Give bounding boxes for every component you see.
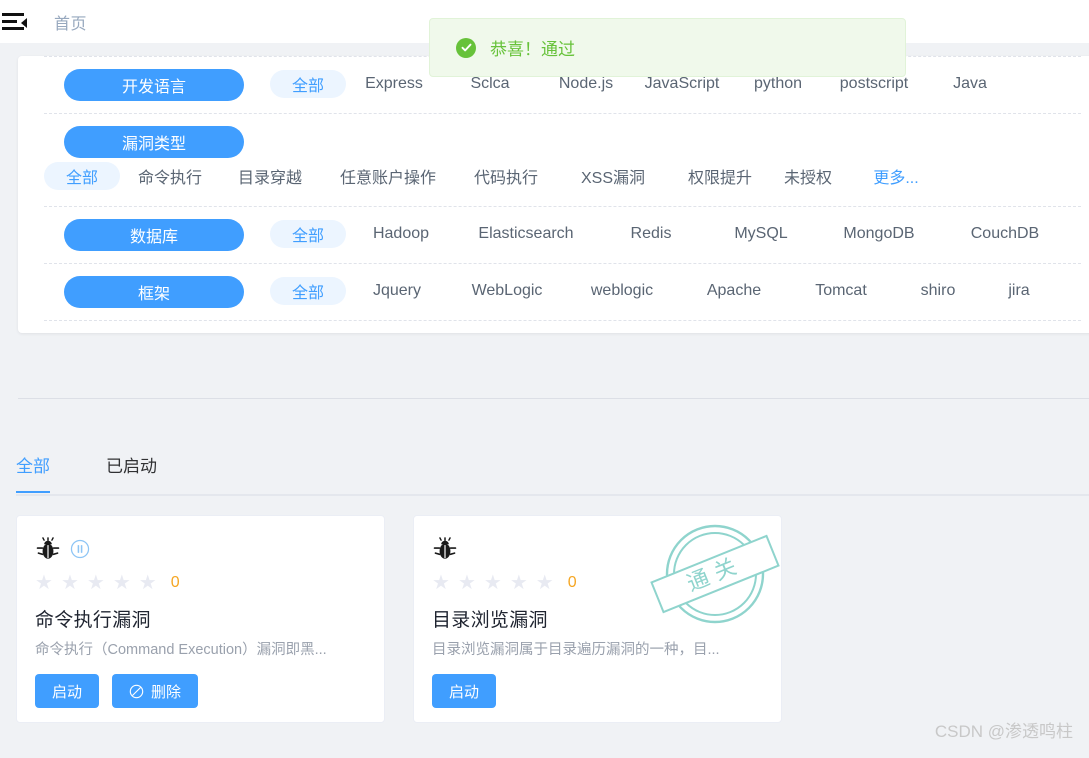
success-check-icon <box>456 37 476 58</box>
filter-category-vuln-type[interactable]: 漏洞类型 <box>64 126 244 158</box>
card-title: 目录浏览漏洞 <box>432 610 548 631</box>
filter-option-java[interactable]: Java <box>922 69 1018 99</box>
filter-option-more[interactable]: 更多... <box>846 158 946 194</box>
filter-option-weblogic-upper[interactable]: WebLogic <box>448 276 566 306</box>
hamburger-bar-2 <box>2 20 17 23</box>
filter-option-all[interactable]: 全部 <box>44 162 120 190</box>
star-count: 0 <box>170 574 180 591</box>
filter-options-vuln-type: 全部 命令执行 目录穿越 任意账户操作 代码执行 XSS漏洞 权限提升 未授权 … <box>44 158 1081 194</box>
card-header <box>35 536 366 562</box>
vulnerability-card-list: ★ ★ ★ ★ ★ 0 命令执行漏洞 命令执行（Command Executio… <box>16 515 782 723</box>
delete-button-label: 删除 <box>151 683 182 701</box>
star-icon: ★ <box>112 572 131 594</box>
breadcrumb[interactable]: 首页 <box>54 10 87 34</box>
prohibited-icon <box>129 684 144 699</box>
rating-stars[interactable]: ★ ★ ★ ★ ★ 0 <box>35 572 366 594</box>
card-description: 目录浏览漏洞属于目录遍历漏洞的一种，目... <box>432 642 720 658</box>
star-icon: ★ <box>535 572 554 594</box>
filter-option-weblogic-lower[interactable]: weblogic <box>566 276 678 306</box>
filter-option-express[interactable]: Express <box>346 69 442 99</box>
toast-message: 恭喜！通过 <box>490 40 575 59</box>
filter-option-command-execution[interactable]: 命令执行 <box>120 158 220 194</box>
filter-panel: 开发语言 全部 Express Sclca Node.js JavaScript… <box>18 56 1089 333</box>
start-button[interactable]: 启动 <box>35 674 100 708</box>
star-icon: ★ <box>35 572 53 594</box>
watermark: CSDN @渗透鸣柱 <box>934 722 1073 741</box>
filter-option-mysql[interactable]: MySQL <box>706 219 816 249</box>
filter-options-database: 全部 Hadoop Elasticsearch Redis MySQL Mong… <box>270 219 1081 249</box>
filter-option-jira[interactable]: jira <box>984 276 1054 306</box>
star-icon: ★ <box>432 572 450 594</box>
filter-option-all[interactable]: 全部 <box>270 277 346 305</box>
filter-option-code-execution[interactable]: 代码执行 <box>456 158 556 194</box>
content-tabs: 全部 已启动 <box>16 452 1089 496</box>
star-icon: ★ <box>483 572 502 594</box>
filter-option-all[interactable]: 全部 <box>270 220 346 248</box>
start-button[interactable]: 启动 <box>432 674 497 708</box>
pause-circle-icon[interactable] <box>61 539 90 559</box>
success-toast: 恭喜！通过 <box>429 18 906 77</box>
star-icon: ★ <box>138 572 157 594</box>
hamburger-bar-1 <box>2 13 24 16</box>
card-title: 命令执行漏洞 <box>35 610 151 631</box>
filter-option-hadoop[interactable]: Hadoop <box>346 219 456 249</box>
filter-category-language[interactable]: 开发语言 <box>64 69 244 101</box>
filter-option-couchdb[interactable]: CouchDB <box>942 219 1068 249</box>
filter-row-database: 数据库 全部 Hadoop Elasticsearch Redis MySQL … <box>44 206 1081 263</box>
tab-all[interactable]: 全部 <box>16 452 50 493</box>
filter-option-shiro[interactable]: shiro <box>892 276 984 306</box>
filter-option-apache[interactable]: Apache <box>678 276 790 306</box>
start-button-label: 启动 <box>449 683 480 701</box>
filter-option-jquery[interactable]: Jquery <box>346 276 448 306</box>
star-icon: ★ <box>60 572 79 594</box>
vulnerability-card[interactable]: 通关 ★ ★ ★ ★ ★ 0 目录浏览漏洞 目录浏览漏洞属于目录遍历漏洞的一种，… <box>413 515 782 723</box>
start-button-label: 启动 <box>52 683 83 701</box>
filter-option-unauthorized[interactable]: 未授权 <box>770 162 846 190</box>
vulnerability-card[interactable]: ★ ★ ★ ★ ★ 0 命令执行漏洞 命令执行（Command Executio… <box>16 515 385 723</box>
filter-option-all[interactable]: 全部 <box>270 70 346 98</box>
card-description: 命令执行（Command Execution）漏洞即黑... <box>35 642 327 658</box>
filter-option-elasticsearch[interactable]: Elasticsearch <box>456 219 596 249</box>
star-icon: ★ <box>86 572 105 594</box>
filter-category-framework[interactable]: 框架 <box>64 276 244 308</box>
filter-row-vuln-type: 漏洞类型 全部 命令执行 目录穿越 任意账户操作 代码执行 XSS漏洞 权限提升… <box>44 113 1081 206</box>
bug-icon <box>432 536 458 562</box>
section-divider <box>18 398 1089 399</box>
filter-option-redis[interactable]: Redis <box>596 219 706 249</box>
filter-options-framework: 全部 Jquery WebLogic weblogic Apache Tomca… <box>270 276 1081 306</box>
card-actions: 启动 <box>432 674 763 708</box>
star-icon: ★ <box>509 572 528 594</box>
bug-icon <box>35 536 61 562</box>
collapse-arrow-icon <box>21 17 27 28</box>
filter-option-directory-traversal[interactable]: 目录穿越 <box>220 158 320 194</box>
filter-option-xss[interactable]: XSS漏洞 <box>556 158 670 194</box>
rating-stars[interactable]: ★ ★ ★ ★ ★ 0 <box>432 572 763 594</box>
star-count: 0 <box>567 574 577 591</box>
delete-button[interactable]: 删除 <box>112 674 199 708</box>
hamburger-collapse-icon[interactable] <box>2 9 28 35</box>
filter-option-arbitrary-account[interactable]: 任意账户操作 <box>320 158 456 194</box>
star-icon: ★ <box>457 572 476 594</box>
filter-option-mongodb[interactable]: MongoDB <box>816 219 942 249</box>
filter-row-framework: 框架 全部 Jquery WebLogic weblogic Apache To… <box>44 263 1081 321</box>
filter-option-privilege-escalation[interactable]: 权限提升 <box>670 158 770 194</box>
filter-category-database[interactable]: 数据库 <box>64 219 244 251</box>
card-header <box>432 536 763 562</box>
filter-option-tomcat[interactable]: Tomcat <box>790 276 892 306</box>
card-actions: 启动 删除 <box>35 674 366 708</box>
tab-started[interactable]: 已启动 <box>106 452 157 491</box>
